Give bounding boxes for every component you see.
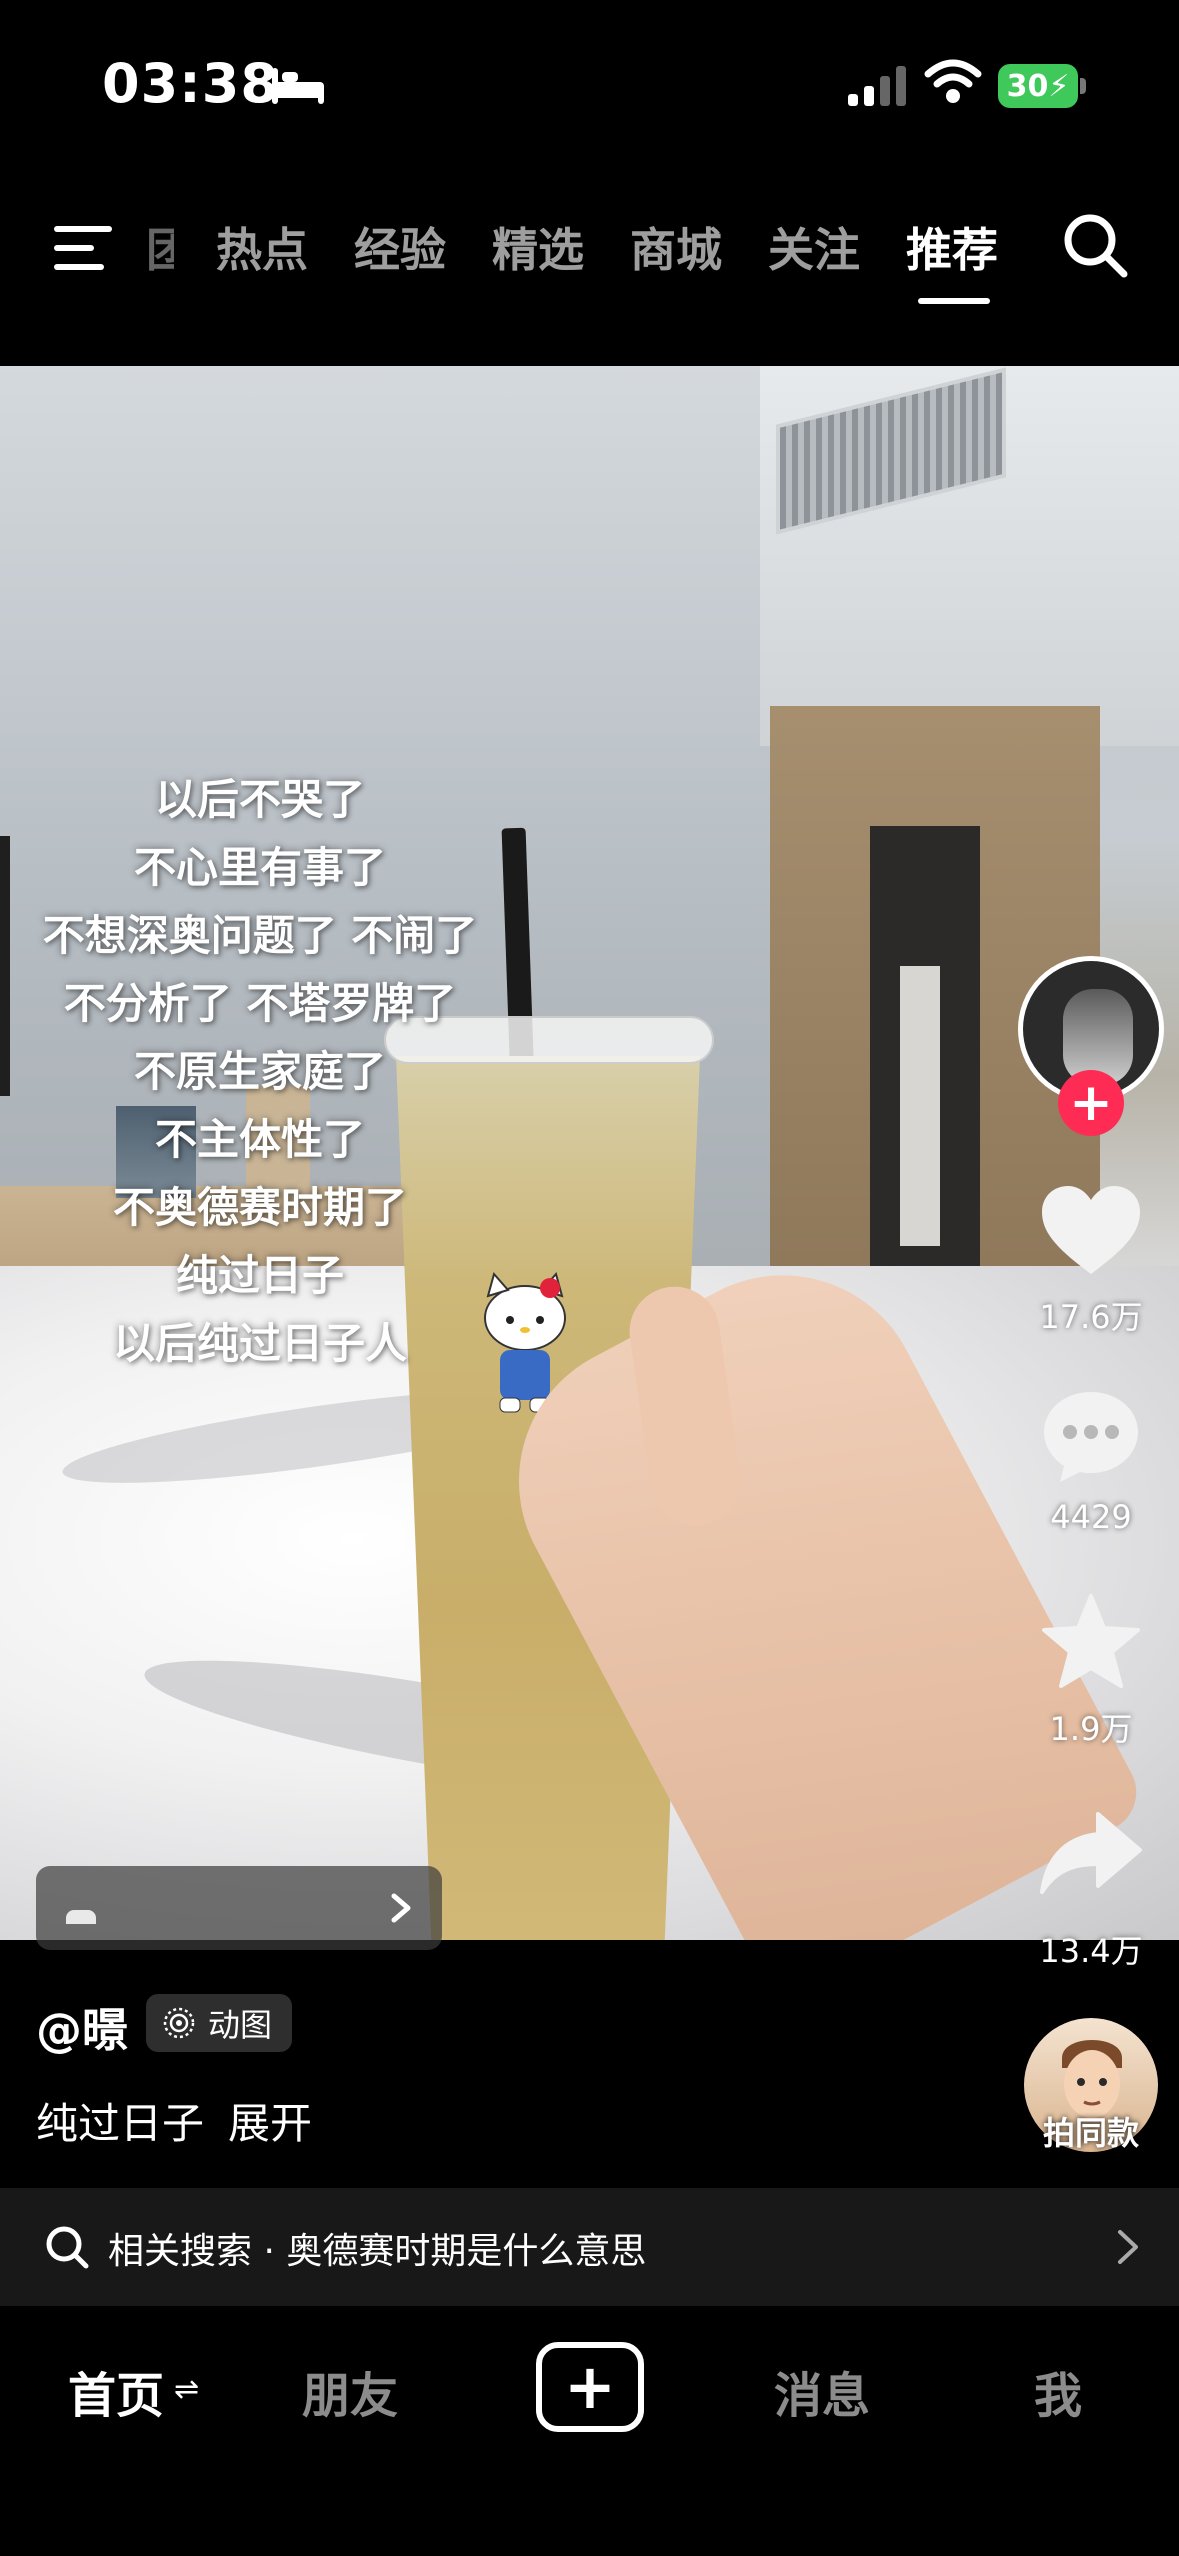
search-icon[interactable] bbox=[1060, 210, 1130, 280]
follow-button[interactable]: + bbox=[1058, 1070, 1124, 1136]
share-count: 13.4万 bbox=[1039, 1932, 1143, 1970]
battery-level: 30 bbox=[1006, 68, 1049, 104]
status-time: 03:38 bbox=[102, 52, 279, 115]
battery-indicator: 30 ⚡ bbox=[998, 64, 1078, 108]
star-icon[interactable] bbox=[1036, 1592, 1146, 1692]
bottom-nav-bar: 首页 ⇌ 朋友 + 消息 我 bbox=[0, 2306, 1179, 2556]
overlay-line: 不主体性了 bbox=[154, 1115, 365, 1164]
nav-friends[interactable]: 朋友 bbox=[302, 2356, 398, 2426]
overlay-line: 不奥德赛时期了 bbox=[112, 1183, 407, 1232]
overlay-line: 不心里有事了 bbox=[133, 843, 386, 892]
share-icon[interactable] bbox=[1036, 1804, 1146, 1904]
collection-icon bbox=[66, 1910, 96, 1924]
like-count: 17.6万 bbox=[1039, 1298, 1143, 1336]
overlay-line: 以后不哭了 bbox=[154, 775, 365, 824]
tab-experience[interactable]: 经验 bbox=[354, 214, 446, 280]
comment-icon[interactable] bbox=[1036, 1386, 1146, 1486]
collection-entry-pill[interactable] bbox=[36, 1866, 442, 1950]
tab-partial[interactable]: 团 bbox=[146, 214, 174, 280]
chevron-right-icon bbox=[1118, 2230, 1138, 2264]
create-button[interactable]: + bbox=[536, 2342, 644, 2432]
overlay-line: 不分析了 不塔罗牌了 bbox=[63, 979, 457, 1028]
video-player[interactable]: 以后不哭了 不心里有事了 不想深奥问题了 不闹了 不分析了 不塔罗牌了 不原生家… bbox=[0, 366, 1179, 1940]
heart-icon[interactable] bbox=[1036, 1182, 1146, 1282]
plus-icon: + bbox=[564, 2350, 616, 2423]
tab-mall[interactable]: 商城 bbox=[630, 214, 722, 280]
nav-me[interactable]: 我 bbox=[1034, 2356, 1082, 2426]
overlay-line: 不想深奥问题了 不闹了 bbox=[42, 911, 478, 960]
tab-following[interactable]: 关注 bbox=[768, 214, 860, 280]
same-style-label[interactable]: 拍同款 bbox=[1014, 2108, 1168, 2154]
tab-recommended[interactable]: 推荐 bbox=[906, 214, 998, 280]
related-search-text: 相关搜索 · 奥德赛时期是什么意思 bbox=[108, 2231, 647, 2272]
overlay-line: 不原生家庭了 bbox=[133, 1047, 386, 1096]
cellular-signal-icon bbox=[848, 66, 906, 106]
battery-cap bbox=[1080, 78, 1086, 94]
comment-count: 4429 bbox=[1050, 1498, 1132, 1536]
live-photo-icon bbox=[163, 2007, 195, 2039]
animated-image-badge: 动图 bbox=[146, 1994, 293, 2052]
nav-messages[interactable]: 消息 bbox=[774, 2356, 870, 2426]
active-tab-indicator bbox=[918, 298, 990, 304]
menu-icon[interactable] bbox=[52, 222, 114, 274]
overlay-line: 纯过日子 bbox=[175, 1251, 344, 1300]
switch-feed-icon[interactable]: ⇌ bbox=[174, 2372, 199, 2407]
nav-home[interactable]: 首页 bbox=[68, 2356, 164, 2426]
tab-hot[interactable]: 热点 bbox=[216, 214, 308, 280]
status-bar: 03:38 30 ⚡ bbox=[0, 0, 1179, 170]
badge-label: 动图 bbox=[208, 2006, 273, 2044]
tab-featured[interactable]: 精选 bbox=[492, 214, 584, 280]
favorite-count: 1.9万 bbox=[1049, 1710, 1133, 1748]
caption-text: 纯过日子 bbox=[36, 2099, 205, 2148]
chevron-right-icon bbox=[391, 1893, 411, 1923]
post-caption: 纯过日子 展开 bbox=[36, 2090, 312, 2151]
top-tab-bar: 团 热点 经验 精选 商城 关注 推荐 bbox=[0, 170, 1179, 366]
author-name[interactable]: @暻 bbox=[36, 1994, 128, 2060]
related-search-bar[interactable]: 相关搜索 · 奥德赛时期是什么意思 bbox=[0, 2188, 1179, 2306]
overlay-line: 以后纯过日子人 bbox=[112, 1319, 407, 1368]
wifi-icon bbox=[924, 59, 982, 103]
sleep-focus-icon bbox=[272, 68, 324, 104]
expand-link[interactable]: 展开 bbox=[228, 2099, 312, 2148]
search-icon bbox=[46, 2226, 89, 2269]
video-overlay-text: 以后不哭了 不心里有事了 不想深奥问题了 不闹了 不分析了 不塔罗牌了 不原生家… bbox=[0, 766, 520, 1378]
doorway-light bbox=[900, 966, 940, 1246]
